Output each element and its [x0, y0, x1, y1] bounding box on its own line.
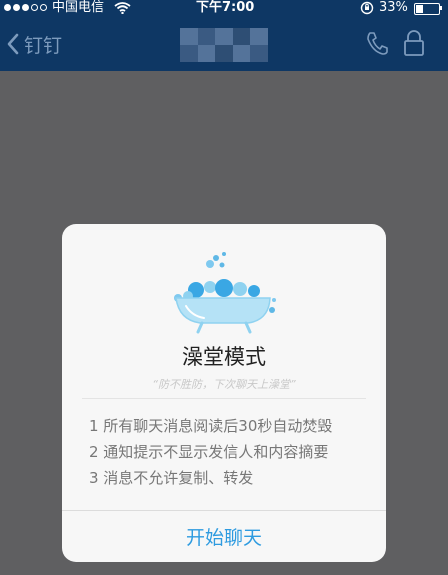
carrier-name: 中国电信	[52, 0, 105, 15]
back-button[interactable]: 钉钉	[6, 29, 62, 59]
rule-item: 2 通知提示不显示发信人和内容摘要	[89, 443, 329, 461]
bathtub-icon	[174, 252, 276, 334]
orientation-lock-icon	[360, 1, 374, 15]
signal-dot	[31, 4, 38, 11]
rule-item: 1 所有聊天消息阅读后30秒自动焚毁	[89, 417, 333, 435]
start-chat-button[interactable]: 开始聊天	[62, 511, 386, 562]
status-bar: 中国电信 下午7:00 33%	[0, 0, 448, 16]
signal-dot	[22, 4, 29, 11]
signal-dot	[40, 4, 47, 11]
bath-mode-dialog: 澡堂模式 “防不胜防，下次聊天上澡堂” 1 所有聊天消息阅读后30秒自动焚毁 2…	[62, 224, 386, 562]
battery-icon	[414, 3, 440, 15]
signal-strength-icon	[4, 4, 47, 11]
battery-level	[416, 5, 423, 13]
signal-dot	[4, 4, 11, 11]
status-time: 下午7:00	[196, 0, 255, 15]
battery-tip	[440, 6, 442, 10]
back-label: 钉钉	[24, 34, 63, 57]
divider	[82, 398, 366, 399]
phone-icon[interactable]	[365, 30, 389, 56]
wifi-icon	[114, 2, 131, 14]
battery-percent: 33%	[379, 0, 408, 15]
lock-icon[interactable]	[402, 30, 426, 57]
rules-list: 1 所有聊天消息阅读后30秒自动焚毁 2 通知提示不显示发信人和内容摘要 3 消…	[89, 413, 332, 491]
header: 中国电信 下午7:00 33% 钉钉	[0, 0, 448, 71]
rule-item: 3 消息不允许复制、转发	[89, 469, 254, 487]
nav-bar: 钉钉	[0, 16, 448, 71]
obscured-chat-title	[180, 28, 268, 62]
chevron-left-icon	[7, 33, 19, 55]
dialog-slogan: “防不胜防，下次聊天上澡堂”	[152, 378, 296, 391]
dialog-title: 澡堂模式	[182, 345, 266, 369]
signal-dot	[13, 4, 20, 11]
